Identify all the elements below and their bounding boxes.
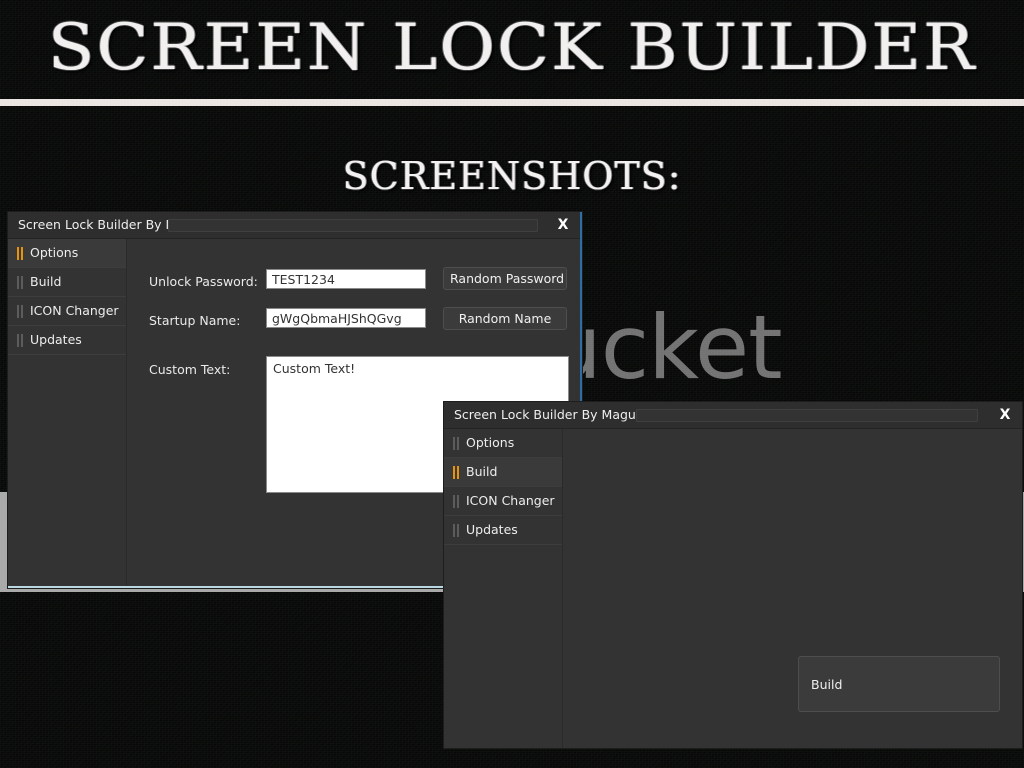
sidebar-item-icon-changer[interactable]: ICON Changer: [8, 297, 126, 326]
window-title: Screen Lock Builder By Magu: [454, 407, 636, 422]
unlock-password-input[interactable]: [266, 269, 426, 289]
window-screen-lock-builder-build[interactable]: Screen Lock Builder By Magu X Options Bu…: [444, 402, 1022, 748]
page-title: SCREEN LOCK BUILDER: [47, 11, 977, 85]
sidebar-item-options[interactable]: Options: [8, 239, 126, 268]
inactive-marker-icon: [453, 495, 461, 508]
titlebar-groove: [636, 409, 978, 422]
sidebar-nav: Options Build ICON Changer Updates: [8, 239, 127, 586]
random-password-button[interactable]: Random Password: [443, 267, 567, 290]
close-icon[interactable]: X: [554, 216, 572, 234]
random-name-button[interactable]: Random Name: [443, 307, 567, 330]
inactive-marker-icon: [17, 305, 25, 318]
section-heading-screenshots: SCREENSHOTS:: [342, 154, 682, 198]
inactive-marker-icon: [17, 334, 25, 347]
sidebar-item-build[interactable]: Build: [444, 458, 562, 487]
startup-name-label: Startup Name:: [149, 313, 241, 328]
sidebar-item-build[interactable]: Build: [8, 268, 126, 297]
sidebar-item-options[interactable]: Options: [444, 429, 562, 458]
inactive-marker-icon: [17, 276, 25, 289]
active-marker-icon: [17, 247, 25, 260]
titlebar[interactable]: Screen Lock Builder By Magu X: [444, 402, 1022, 429]
sidebar-item-updates[interactable]: Updates: [8, 326, 126, 355]
inactive-marker-icon: [453, 437, 461, 450]
sidebar-item-label: Build: [30, 274, 62, 289]
sidebar-item-updates[interactable]: Updates: [444, 516, 562, 545]
sidebar-item-label: ICON Changer: [466, 493, 555, 508]
build-button[interactable]: Build: [798, 656, 1000, 712]
unlock-password-label: Unlock Password:: [149, 274, 258, 289]
sidebar-item-label: Build: [466, 464, 498, 479]
sidebar-nav: Options Build ICON Changer Updates: [444, 429, 563, 748]
sidebar-item-label: ICON Changer: [30, 303, 119, 318]
inactive-marker-icon: [453, 524, 461, 537]
active-marker-icon: [453, 466, 461, 479]
sidebar-item-label: Updates: [466, 522, 518, 537]
title-divider: [0, 99, 1024, 106]
sidebar-item-label: Options: [30, 245, 79, 260]
sidebar-item-label: Options: [466, 435, 515, 450]
sidebar-item-icon-changer[interactable]: ICON Changer: [444, 487, 562, 516]
titlebar-groove: [168, 219, 538, 232]
titlebar[interactable]: Screen Lock Builder By Magu X: [8, 212, 580, 239]
custom-text-label: Custom Text:: [149, 362, 231, 377]
sidebar-item-label: Updates: [30, 332, 82, 347]
startup-name-input[interactable]: [266, 308, 426, 328]
page-background: SCREEN LOCK BUILDER SCREENSHOTS: photobu…: [0, 0, 1024, 768]
close-icon[interactable]: X: [996, 406, 1014, 424]
masthead: SCREEN LOCK BUILDER: [0, 0, 1024, 96]
